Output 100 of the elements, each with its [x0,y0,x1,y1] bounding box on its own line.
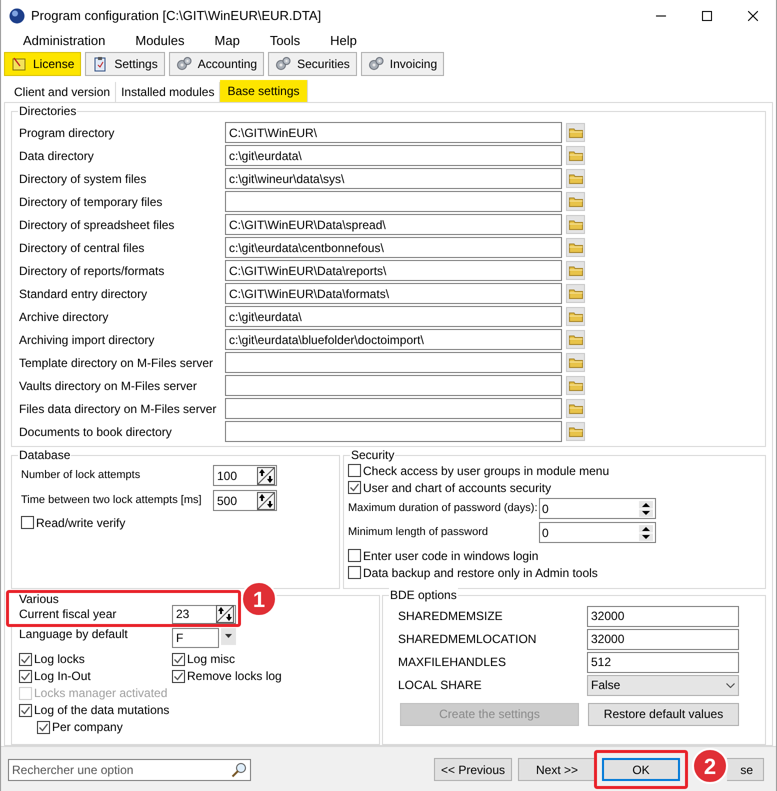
menu-item[interactable]: Modules [135,31,185,51]
field-label: Directory of spreadsheet files [19,216,176,234]
checkbox-label: Read/write verify [36,514,126,532]
language-dropdown[interactable]: F [172,628,219,648]
browse-button[interactable] [566,307,585,326]
menu-item[interactable]: Help [330,31,357,51]
up-down-icon[interactable] [639,500,653,516]
up-down-icon[interactable] [639,524,653,540]
gears-icon [176,56,192,72]
step-badge: 1 [241,581,277,617]
browse-button[interactable] [566,330,585,349]
spin-field[interactable]: 23 [172,604,236,624]
toolbar-button[interactable]: Securities [268,52,357,76]
checkbox-label: Locks manager activated [34,685,168,702]
input-field[interactable] [225,375,562,396]
search-field[interactable]: Rechercher une option [8,758,251,780]
browse-button[interactable] [566,376,585,395]
checkbox[interactable] [348,566,361,579]
input-field[interactable]: C:\GIT\WinEUR\Data\reports\ [225,260,562,281]
checkbox-label: Remove locks log [187,668,282,686]
spin-field[interactable]: 0 [539,498,656,519]
field-label: Standard entry directory [19,286,148,302]
checkbox[interactable] [348,549,361,562]
dropdown-button[interactable] [221,628,236,645]
group-title: Directories [18,104,78,118]
checkbox[interactable] [19,670,32,683]
footer-button[interactable]: << Previous [434,758,512,781]
checkbox[interactable] [19,652,32,666]
field-label: Time between two lock attempts [ms] [21,493,203,508]
input-field[interactable]: C:\GIT\WinEUR\Data\formats\ [225,283,562,304]
field-label: SHAREDMEMLOCATION [398,631,538,648]
dropdown[interactable]: False [587,674,739,696]
window-title: Program configuration [C:\GIT\WinEUR\EUR.DTA] [31,7,322,26]
field-label: Program directory [19,124,116,142]
browse-button[interactable] [566,238,585,257]
checkbox[interactable] [348,464,361,477]
toolbar-button[interactable]: License [4,52,82,76]
checkbox-label: Log locks [34,651,85,668]
input-field[interactable]: c:\git\eurdata\ [225,306,562,327]
menu-item[interactable]: Administration [23,31,106,51]
browse-button[interactable] [566,284,585,303]
input-field[interactable]: 512 [587,652,739,673]
checkbox-label: Enter user code in windows login [363,548,538,564]
menu-item[interactable]: Tools [270,31,300,51]
spin-field[interactable]: 100 [213,465,277,486]
input-field[interactable]: c:\git\eurdata\bluefolder\doctoimport\ [225,329,562,350]
browse-button[interactable] [566,169,585,188]
field-label: Archive directory [19,308,110,326]
input-field[interactable]: C:\GIT\WinEUR\ [225,122,562,143]
checkbox[interactable] [19,704,32,717]
browse-button[interactable] [566,399,585,418]
input-field[interactable]: c:\git\wineur\data\sys\ [225,168,562,189]
action-button[interactable]: Restore default values [588,702,739,726]
spin-field[interactable]: 0 [539,522,656,543]
input-field[interactable] [225,352,562,373]
input-field[interactable]: C:\GIT\WinEUR\Data\spread\ [225,214,562,235]
group-title: Database [18,448,72,462]
input-field[interactable]: 32000 [587,628,739,650]
footer-button[interactable]: OK [602,758,680,781]
field-label: Directory of reports/formats [19,262,166,280]
input-field[interactable] [225,191,562,212]
checkbox[interactable] [21,516,34,529]
checkbox[interactable] [348,481,361,494]
input-field[interactable]: 32000 [587,606,739,627]
field-label: Language by default [19,628,129,640]
menu-item[interactable]: Map [214,31,240,51]
gears-icon [275,56,292,72]
browse-button[interactable] [566,215,585,234]
checkbox[interactable] [37,720,50,734]
browse-button[interactable] [566,261,585,280]
dropdown-value: False [591,677,620,694]
field-label: Maximum duration of password (days): [348,501,539,516]
spin-control-icon[interactable] [257,466,275,484]
folder-icon [568,380,582,391]
browse-button[interactable] [566,353,585,372]
input-field[interactable] [225,421,562,442]
tab[interactable]: Base settings [220,80,308,102]
toolbar-button[interactable]: Invoicing [360,52,444,76]
group-title: BDE options [389,588,458,602]
footer-button[interactable]: Next >> [518,758,596,781]
spin-control-icon[interactable] [257,492,275,510]
browse-button[interactable] [566,192,585,211]
checkbox[interactable] [172,670,185,683]
spin-control-icon[interactable] [216,605,234,624]
checkbox-label: User and chart of accounts security [363,480,552,496]
field-label: LOCAL SHARE [398,677,483,694]
toolbar-button[interactable]: Settings [85,52,165,76]
spin-field[interactable]: 500 [213,490,277,511]
toolbar-button[interactable]: Accounting [168,52,264,76]
input-field[interactable]: c:\git\eurdata\ [225,145,562,166]
field-value: 23 [176,606,190,624]
browse-button[interactable] [566,422,585,441]
browse-button[interactable] [566,123,585,142]
checkbox[interactable] [172,652,185,666]
browse-button[interactable] [566,146,585,165]
footer-button[interactable]: se [727,758,764,781]
input-field[interactable]: c:\git\eurdata\centbonnefous\ [225,237,562,258]
app-icon [9,8,25,24]
check-icon [20,654,31,665]
input-field[interactable] [225,398,562,419]
